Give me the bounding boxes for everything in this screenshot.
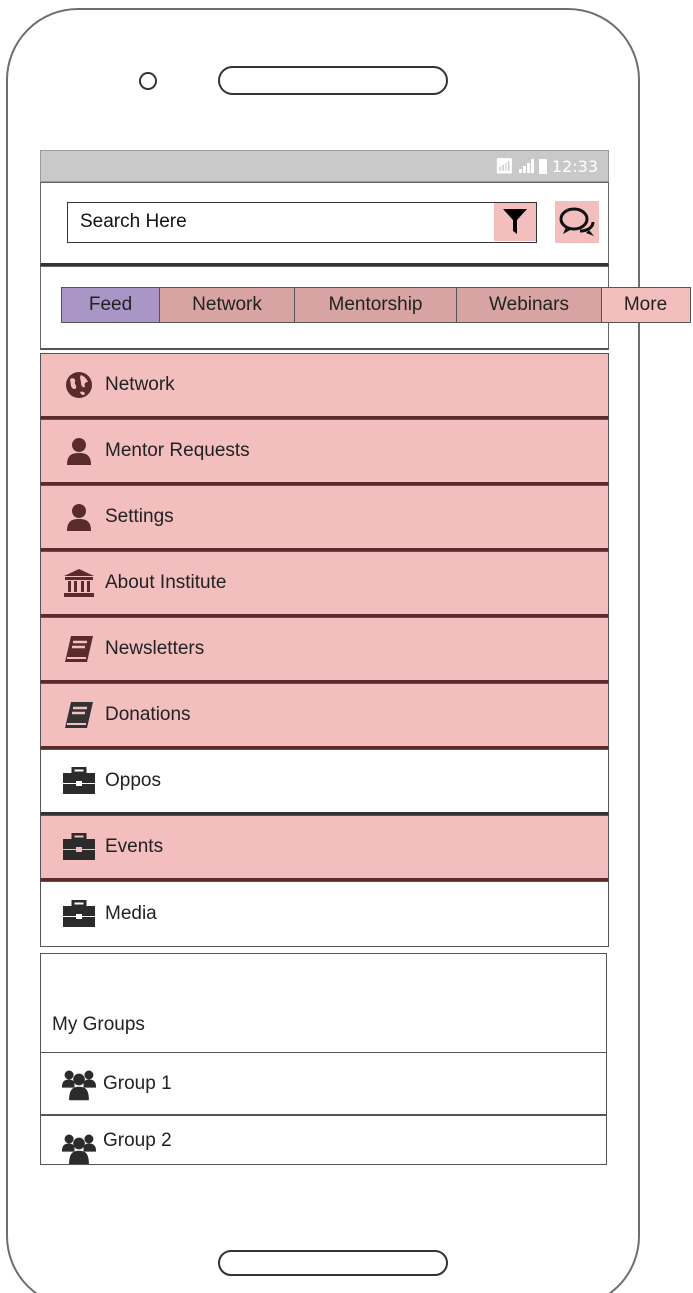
menu-item-label: Media [105,903,157,924]
briefcase-icon [61,763,97,799]
speaker-grille [218,66,448,95]
book-icon [61,697,97,733]
side-menu: Network Mentor Requests Settings About I… [40,353,609,947]
menu-item-oppos[interactable]: Oppos [40,749,609,815]
tab-mentorship[interactable]: Mentorship [293,287,458,323]
users-icon [61,1066,97,1102]
menu-item-donations[interactable]: Donations [40,683,609,749]
globe-icon [61,367,97,403]
menu-item-label: Newsletters [105,638,205,659]
chat-icon [559,207,595,236]
search-header [40,182,609,266]
group-item-label: Group 1 [103,1072,172,1094]
user-icon [61,433,97,469]
filter-button[interactable] [494,203,536,241]
menu-item-settings[interactable]: Settings [40,485,609,551]
menu-item-label: Network [105,374,175,395]
menu-item-events[interactable]: Events [40,815,609,881]
menu-item-media[interactable]: Media [40,881,609,947]
book-icon [61,631,97,667]
groups-title: My Groups [52,1014,145,1035]
search-box [67,202,537,243]
menu-item-mentor-requests[interactable]: Mentor Requests [40,419,609,485]
home-button[interactable] [218,1250,448,1276]
tab-feed[interactable]: Feed [60,287,161,323]
status-time: 12:33 [551,156,598,176]
tab-more[interactable]: More [600,287,691,323]
user-icon [61,499,97,535]
groups-section: My Groups [40,953,607,1053]
menu-item-label: About Institute [105,572,227,593]
menu-item-about-institute[interactable]: About Institute [40,551,609,617]
signal-icon [518,159,534,173]
tab-webinars[interactable]: Webinars [456,287,602,323]
menu-item-newsletters[interactable]: Newsletters [40,617,609,683]
status-bar: 📶︎ 12:33 [40,150,609,182]
filter-icon [503,209,527,234]
briefcase-icon [61,896,97,932]
briefcase-icon [61,829,97,865]
group-item-1[interactable]: Group 1 [40,1052,607,1115]
search-input[interactable] [68,203,488,241]
group-item-label: Group 2 [103,1130,172,1151]
battery-icon [538,158,547,174]
menu-item-label: Mentor Requests [105,440,250,461]
menu-item-label: Donations [105,704,191,725]
menu-item-network[interactable]: Network [40,353,609,419]
users-icon [61,1130,97,1164]
tab-network[interactable]: Network [159,287,295,323]
menu-item-label: Settings [105,506,174,527]
group-item-2[interactable]: Group 2 [40,1115,607,1165]
camera-icon [139,72,157,90]
institution-icon [61,565,97,601]
menu-item-label: Events [105,836,164,857]
chat-button[interactable] [555,201,599,243]
wifi-icon: 📶︎ [494,156,514,175]
menu-item-label: Oppos [105,770,161,791]
tab-bar: Feed Network Mentorship Webinars More [60,287,691,323]
